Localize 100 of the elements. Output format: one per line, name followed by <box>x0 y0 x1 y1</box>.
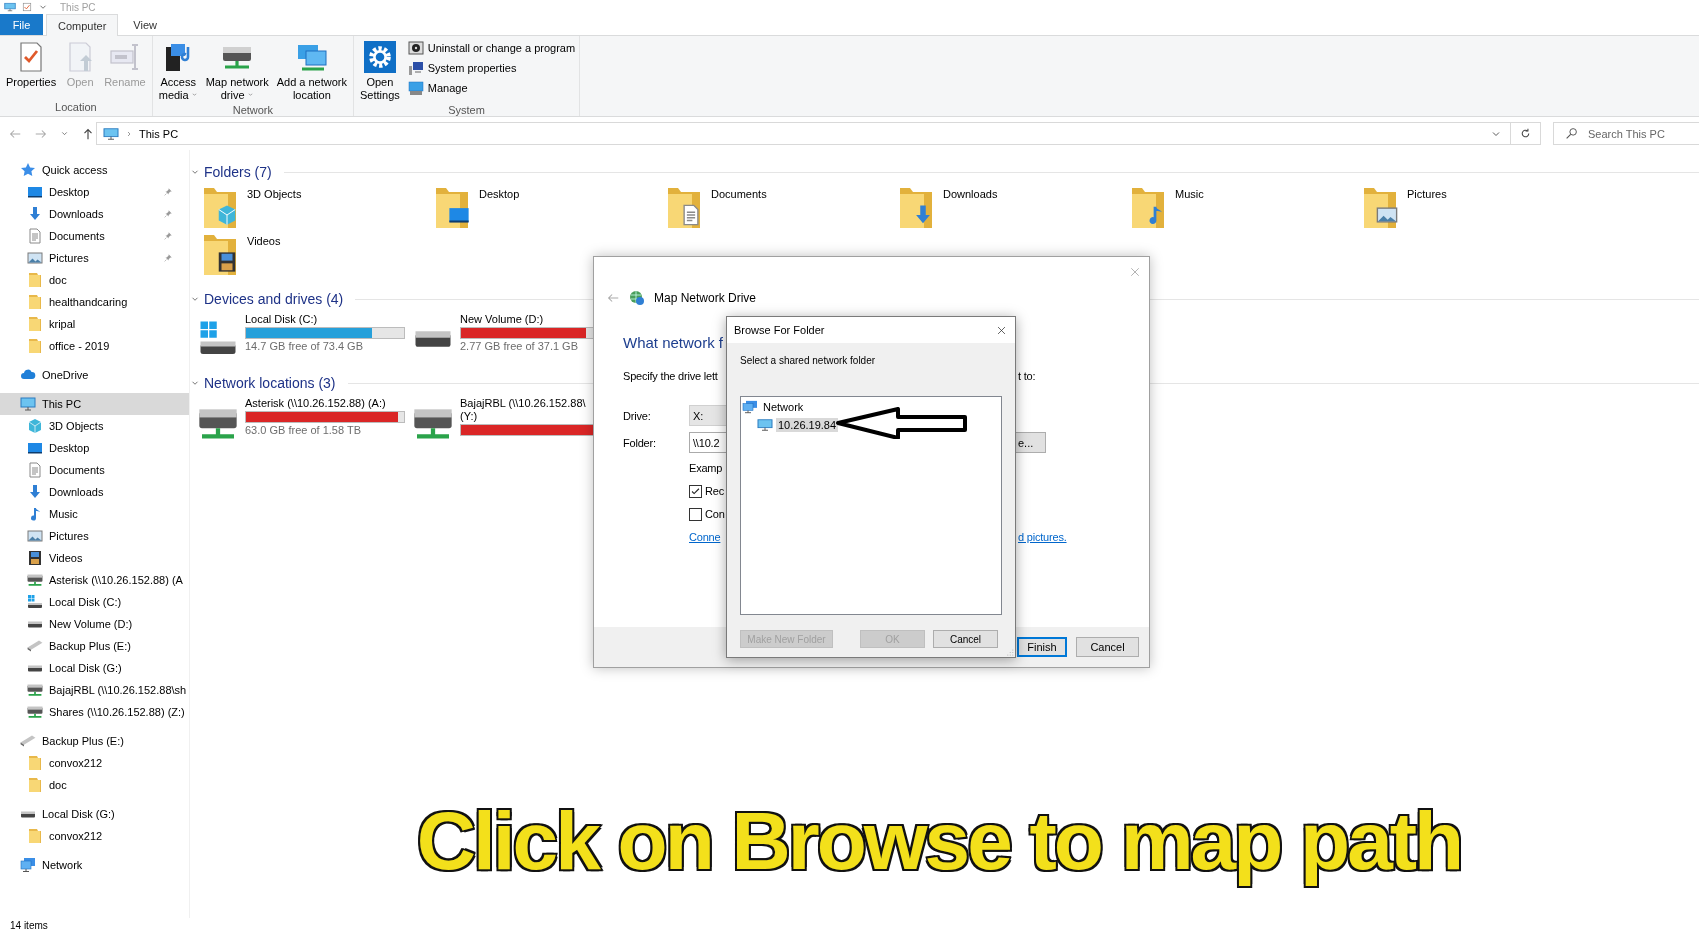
group-label: Network <box>231 104 275 116</box>
dialog-button[interactable]: Cancel <box>1076 637 1139 657</box>
sidebar-item[interactable]: 3D Objects <box>0 415 189 437</box>
sidebar-item[interactable]: New Volume (D:) <box>0 613 189 635</box>
back-icon[interactable] <box>606 291 620 305</box>
drive-name[interactable]: Local Disk (C:) <box>245 313 405 325</box>
network-drive-icon <box>27 574 43 586</box>
ribbon-button[interactable]: Add a network location <box>274 39 349 104</box>
drive-name[interactable]: BajajRBL (\\10.26.152.88\ <box>460 397 596 409</box>
folder-tile[interactable]: Downloads <box>886 184 1118 231</box>
dialog-title: Browse For Folder <box>734 324 825 336</box>
sidebar-item[interactable]: convox212 <box>0 825 189 847</box>
section-header[interactable]: Network locations (3) <box>204 375 336 391</box>
ribbon-button[interactable]: Properties <box>4 39 59 91</box>
sidebar-item[interactable]: OneDrive <box>0 364 189 386</box>
sidebar-item[interactable]: healthandcaring <box>0 291 189 313</box>
drive-name[interactable]: Asterisk (\\10.26.152.88) (A:) <box>245 397 405 409</box>
folder-tile[interactable]: Videos <box>190 231 422 278</box>
drive-name[interactable]: (Y:) <box>460 410 596 422</box>
picture-icon <box>27 528 43 544</box>
checkbox-label[interactable]: Con <box>705 508 725 520</box>
sidebar-item[interactable]: Pictures <box>0 525 189 547</box>
drive-name[interactable]: New Volume (D:) <box>460 313 596 325</box>
ribbon-button[interactable]: Map network drive <box>203 39 271 104</box>
close-icon[interactable] <box>996 324 1007 336</box>
sidebar-item[interactable]: kripal <box>0 313 189 335</box>
ribbon-tab[interactable]: View <box>121 14 169 35</box>
sidebar-item[interactable]: doc <box>0 774 189 796</box>
ribbon-tab[interactable]: File <box>0 14 43 35</box>
folder-tile[interactable]: 3D Objects <box>190 184 422 231</box>
chevron-down-icon[interactable] <box>60 129 69 138</box>
sidebar-item[interactable]: Desktop <box>0 437 189 459</box>
sidebar-item[interactable]: convox212 <box>0 752 189 774</box>
browse-button[interactable]: e... <box>1016 432 1046 453</box>
sidebar-item[interactable]: Downloads <box>0 203 189 225</box>
cube-icon <box>27 418 43 434</box>
folder-tile[interactable]: Documents <box>654 184 886 231</box>
sidebar-item[interactable]: Backup Plus (E:) <box>0 730 189 752</box>
sidebar-item[interactable]: doc <box>0 269 189 291</box>
sidebar-item[interactable]: Backup Plus (E:) <box>0 635 189 657</box>
folder-tile[interactable]: Pictures <box>1350 184 1582 231</box>
ribbon-button[interactable]: Manage <box>407 79 576 97</box>
address-field[interactable]: This PC <box>96 122 1511 145</box>
sidebar-item[interactable]: Local Disk (C:) <box>0 591 189 613</box>
item-count: 14 items <box>10 920 48 931</box>
folder-icon <box>434 186 472 230</box>
dialog-heading: What network f <box>623 333 724 351</box>
checkbox-label[interactable]: Rec <box>705 485 724 497</box>
ribbon-button[interactable]: System properties <box>407 59 576 77</box>
search-field[interactable]: Search This PC <box>1553 122 1699 145</box>
checkbox[interactable] <box>689 507 702 521</box>
free-space-text: 14.7 GB free of 73.4 GB <box>245 340 364 352</box>
folder-tile[interactable]: Desktop <box>422 184 654 231</box>
path-segment[interactable]: This PC <box>139 127 179 140</box>
dialog-button[interactable]: Cancel <box>933 630 998 648</box>
sidebar-item[interactable]: Desktop <box>0 181 189 203</box>
ribbon-tab[interactable]: Computer <box>46 14 119 36</box>
refresh-button[interactable] <box>1511 122 1541 145</box>
ribbon-button[interactable]: Open Settings <box>358 39 402 104</box>
computer-icon <box>407 60 424 76</box>
sidebar-item[interactable]: Videos <box>0 547 189 569</box>
tree-item[interactable]: Network <box>761 400 806 414</box>
dialog-button[interactable]: Finish <box>1017 637 1067 657</box>
sidebar-item[interactable]: Asterisk (\\10.26.152.88) (A <box>0 569 189 591</box>
sidebar-item[interactable]: This PC <box>0 393 189 415</box>
sidebar-item[interactable]: BajajRBL (\\10.26.152.88\sh <box>0 679 189 701</box>
ribbon-button[interactable]: Uninstall or change a program <box>407 39 576 57</box>
picture-icon <box>27 250 43 266</box>
sidebar-item[interactable]: office - 2019 <box>0 335 189 357</box>
computer-icon[interactable] <box>4 2 16 12</box>
ribbon-button[interactable]: Access media <box>156 39 200 104</box>
sidebar-item[interactable]: Quick access <box>0 159 189 181</box>
link[interactable]: d pictures. <box>1018 531 1067 543</box>
sidebar-item[interactable]: Documents <box>0 225 189 247</box>
sidebar-item[interactable]: Local Disk (G:) <box>0 803 189 825</box>
folder-icon <box>27 777 43 793</box>
checkbox[interactable] <box>689 484 702 498</box>
up-arrow-icon[interactable] <box>81 126 95 141</box>
network-drive-icon <box>413 407 453 439</box>
folder-field[interactable]: \\10.2 <box>689 432 726 453</box>
sidebar-item[interactable]: Downloads <box>0 481 189 503</box>
tree-item[interactable]: 10.26.19.84 <box>776 418 839 432</box>
sidebar-item[interactable]: Pictures <box>0 247 189 269</box>
chevron-right-icon <box>125 129 133 138</box>
document-icon <box>27 462 43 478</box>
desktop-icon <box>27 440 43 456</box>
section-header[interactable]: Folders (7) <box>204 164 272 180</box>
drive-dropdown[interactable]: X: <box>689 405 726 426</box>
sidebar-item[interactable]: Local Disk (G:) <box>0 657 189 679</box>
sidebar-item[interactable]: Music <box>0 503 189 525</box>
group-label: Location <box>54 101 98 115</box>
sidebar-item[interactable]: Documents <box>0 459 189 481</box>
link[interactable]: Conne <box>689 531 721 543</box>
sidebar-item[interactable]: Network <box>0 854 189 876</box>
section-header[interactable]: Devices and drives (4) <box>204 291 344 307</box>
folder-tile[interactable]: Music <box>1118 184 1350 231</box>
computer-icon <box>103 126 119 141</box>
sidebar-item[interactable]: Shares (\\10.26.152.88) (Z:) <box>0 701 189 723</box>
network-drive-icon <box>27 684 43 696</box>
checked-page-icon[interactable] <box>22 2 32 12</box>
